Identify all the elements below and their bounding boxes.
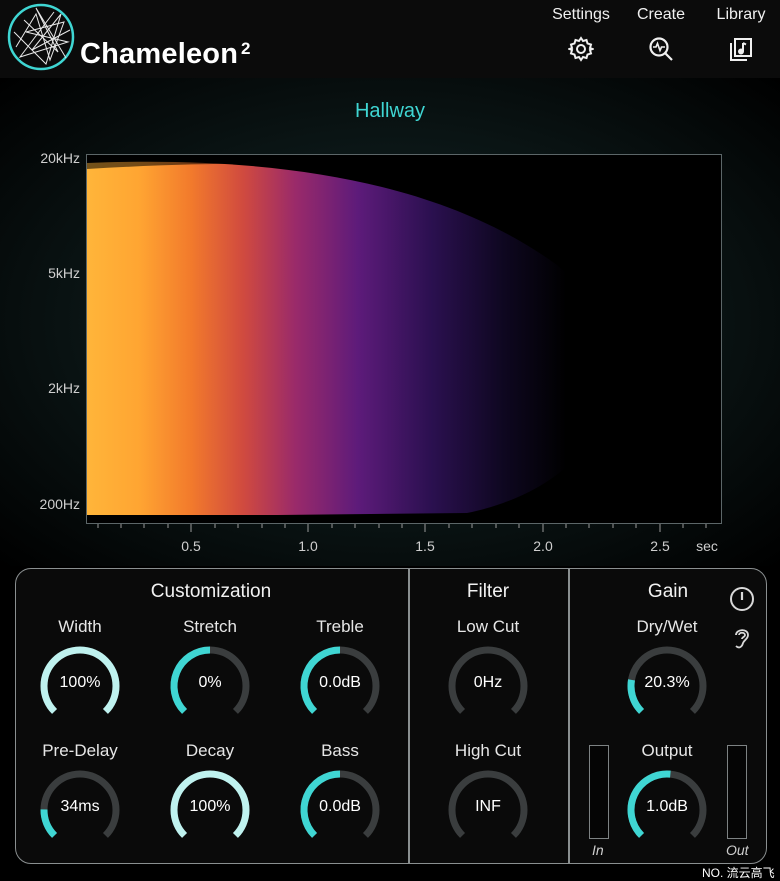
treble-label: Treble: [316, 617, 364, 636]
input-meter: [589, 745, 609, 839]
drywet-value: 20.3%: [644, 674, 690, 691]
bass-label: Bass: [321, 741, 359, 760]
filter-title: Filter: [466, 581, 510, 602]
predelay-label: Pre-Delay: [42, 741, 118, 760]
chameleon-logo-icon: [7, 3, 75, 71]
freq-label-20khz: 20kHz: [40, 150, 80, 166]
time-label-2-5: 2.5: [650, 538, 670, 554]
output-meter: [727, 745, 747, 839]
time-label-0-5: 0.5: [181, 538, 201, 554]
output-knob[interactable]: 1.0dB: [625, 768, 709, 852]
app-title: Chameleon: [80, 38, 239, 70]
treble-knob[interactable]: 0.0dB: [298, 644, 382, 728]
treble-value: 0.0dB: [319, 674, 361, 691]
output-meter-label: Out: [726, 842, 749, 858]
width-value: 100%: [59, 674, 101, 691]
lowcut-knob[interactable]: 0Hz: [446, 644, 530, 728]
highcut-value: INF: [475, 798, 501, 815]
ear-icon[interactable]: [728, 624, 756, 652]
library-button[interactable]: Library: [701, 6, 780, 68]
freq-label-5khz: 5kHz: [48, 265, 80, 281]
drywet-label: Dry/Wet: [636, 617, 698, 636]
time-label-1-0: 1.0: [298, 538, 318, 554]
highcut-label: High Cut: [454, 741, 522, 760]
decay-value: 100%: [189, 798, 231, 815]
watermark-text: NO. 流云高飞: [702, 866, 775, 880]
width-label: Width: [58, 617, 102, 636]
header-bar: Chameleon 2 Settings Create Library: [0, 0, 780, 78]
customization-title: Customization: [150, 581, 272, 602]
freq-label-2khz: 2kHz: [48, 380, 80, 396]
time-label-2-0: 2.0: [533, 538, 553, 554]
create-button[interactable]: Create: [621, 6, 701, 68]
app-version: 2: [241, 39, 251, 58]
bass-knob[interactable]: 0.0dB: [298, 768, 382, 852]
predelay-knob[interactable]: 34ms: [38, 768, 122, 852]
gain-title: Gain: [647, 581, 689, 602]
decay-knob[interactable]: 100%: [168, 768, 252, 852]
spectrogram-image: [87, 155, 721, 523]
time-axis-ticks: [97, 524, 707, 532]
panel-divider: [568, 568, 570, 864]
gear-icon: [568, 36, 594, 62]
library-label: Library: [716, 6, 766, 23]
input-meter-label: In: [592, 842, 604, 858]
library-icon: [730, 38, 752, 61]
settings-button[interactable]: Settings: [541, 6, 621, 68]
lowcut-value: 0Hz: [473, 674, 503, 691]
width-knob[interactable]: 100%: [38, 644, 122, 728]
analyze-icon: [649, 37, 673, 61]
power-icon[interactable]: [728, 585, 756, 613]
panel-divider: [408, 568, 410, 864]
stretch-value: 0%: [198, 674, 222, 691]
time-label-1-5: 1.5: [415, 538, 435, 554]
stretch-label: Stretch: [183, 617, 237, 636]
highcut-knob[interactable]: INF: [446, 768, 530, 852]
preset-name: Hallway: [354, 100, 426, 122]
create-label: Create: [636, 6, 686, 23]
output-label: Output: [641, 741, 693, 760]
spectrogram: [86, 154, 722, 524]
freq-label-200hz: 200Hz: [39, 496, 80, 512]
output-value: 1.0dB: [646, 798, 688, 815]
lowcut-label: Low Cut: [456, 617, 520, 636]
stretch-knob[interactable]: 0%: [168, 644, 252, 728]
bass-value: 0.0dB: [319, 798, 361, 815]
drywet-knob[interactable]: 20.3%: [625, 644, 709, 728]
time-unit-label: sec: [696, 538, 718, 554]
settings-label: Settings: [552, 6, 610, 23]
predelay-value: 34ms: [60, 798, 100, 815]
decay-label: Decay: [185, 741, 235, 760]
